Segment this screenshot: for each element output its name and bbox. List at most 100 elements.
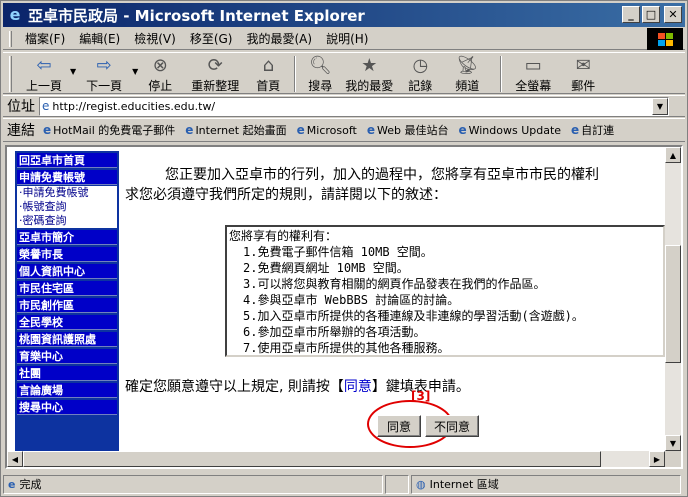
browser-window: e 亞卓市民政局 - Microsoft Internet Explorer _… xyxy=(0,0,688,497)
address-url: http://regist.educities.edu.tw/ xyxy=(52,99,216,113)
scroll-right-icon[interactable]: ▶ xyxy=(649,451,665,467)
forward-button[interactable]: ⇨ 下一頁 xyxy=(76,53,132,93)
vertical-scrollbar[interactable]: ▲ ▼ xyxy=(665,147,681,451)
refresh-button[interactable]: ⟳ 重新整理 xyxy=(182,53,248,93)
link-best-of-web[interactable]: e Web 最佳站台 xyxy=(367,122,449,138)
link-customize[interactable]: e 自訂連 xyxy=(571,122,614,138)
menu-grip xyxy=(9,30,12,47)
scroll-up-icon[interactable]: ▲ xyxy=(665,147,681,163)
ie-link-icon: e xyxy=(571,123,580,137)
nav-mayor[interactable]: 榮譽市長 xyxy=(17,247,117,262)
horizontal-scroll-thumb[interactable] xyxy=(23,451,601,467)
nav-sub-password[interactable]: ‧密碼查詢 xyxy=(17,214,117,228)
history-button[interactable]: ◷ 記錄 xyxy=(400,53,440,93)
menu-favorites[interactable]: 我的最愛(A) xyxy=(239,30,319,47)
mail-button[interactable]: ✉ 郵件 xyxy=(558,53,608,93)
stop-button[interactable]: ⊗ 停止 xyxy=(138,53,182,93)
links-bar: 連結 e HotMail 的免費電子郵件 e Internet 起始畫面 e Micr… xyxy=(3,118,685,142)
status-panel-empty xyxy=(385,474,409,494)
horizontal-scrollbar[interactable]: ◀ ▶ xyxy=(7,451,665,467)
link-microsoft[interactable]: e Microsoft xyxy=(297,123,357,137)
ie-link-icon: e xyxy=(458,123,467,137)
home-icon: ⌂ xyxy=(262,55,275,76)
address-input[interactable]: e http://regist.educities.edu.tw/ ▼ xyxy=(39,96,669,116)
nav-creation[interactable]: 市民創作區 xyxy=(17,298,117,313)
rights-title: 您將享有的權利有： xyxy=(229,229,338,243)
toolbar-separator xyxy=(500,56,503,92)
scroll-down-icon[interactable]: ▼ xyxy=(665,435,681,451)
nav-info[interactable]: 個人資訊中心 xyxy=(17,264,117,279)
nav-intro[interactable]: 亞卓市簡介 xyxy=(17,230,117,245)
history-icon: ◷ xyxy=(412,55,429,76)
disagree-button[interactable]: 不同意 xyxy=(425,415,479,437)
windows-logo-icon xyxy=(647,28,683,50)
nav-fun[interactable]: 育樂中心 xyxy=(17,349,117,364)
nav-school[interactable]: 全民學校 xyxy=(17,315,117,330)
ie-link-icon: e xyxy=(185,123,194,137)
link-internet-start[interactable]: e Internet 起始畫面 xyxy=(185,122,286,138)
links-label: 連結 xyxy=(7,123,35,139)
link-hotmail[interactable]: e HotMail 的免費電子郵件 xyxy=(43,122,175,138)
intro-text: 您正要加入亞卓市的行列，加入的過程中，您將享有亞卓市市民的權利 求您必須遵守我們… xyxy=(125,165,665,205)
main-content: 您正要加入亞卓市的行列，加入的過程中，您將享有亞卓市市民的權利 求您必須遵守我們… xyxy=(123,147,665,467)
globe-icon: ◍ xyxy=(416,477,426,491)
ie-link-icon: e xyxy=(296,123,305,137)
search-icon: 🔍︎ xyxy=(308,55,332,76)
scroll-left-icon[interactable]: ◀ xyxy=(7,451,23,467)
rights-textarea[interactable]: 您將享有的權利有： 1.免費電子郵件信箱 10MB 空間。 2.免費網頁網址 1… xyxy=(225,225,665,357)
search-button[interactable]: 🔍︎ 搜尋 xyxy=(302,53,338,93)
title-bar: e 亞卓市民政局 - Microsoft Internet Explorer _… xyxy=(3,3,685,27)
channels-button[interactable]: 📡︎ 頻道 xyxy=(440,53,494,93)
vertical-scroll-thumb[interactable] xyxy=(665,245,681,363)
zone-text: Internet 區域 xyxy=(429,478,499,491)
status-text: 完成 xyxy=(19,478,42,491)
minimize-button[interactable]: _ xyxy=(622,6,640,23)
toolbar-separator xyxy=(294,56,297,92)
ie-icon: e xyxy=(9,5,21,24)
nav-community[interactable]: 社團 xyxy=(17,366,117,381)
home-button[interactable]: ⌂ 首頁 xyxy=(248,53,288,93)
menu-help[interactable]: 說明(H) xyxy=(319,30,375,47)
status-panel: e 完成 xyxy=(3,474,383,494)
sidebar-nav: 回亞卓市首頁 申請免費帳號 ‧申請免費帳號 ‧帳號查詢 ‧密碼查詢 亞卓市簡介 … xyxy=(15,151,119,461)
link-windows-update[interactable]: e Windows Update xyxy=(458,123,561,137)
menu-edit[interactable]: 編輯(E) xyxy=(72,30,127,47)
channels-icon: 📡︎ xyxy=(455,55,479,76)
toolbar-grip xyxy=(9,56,12,92)
nav-housing[interactable]: 市民住宅區 xyxy=(17,281,117,296)
fullscreen-button[interactable]: ▭ 全螢幕 xyxy=(508,53,558,93)
maximize-button[interactable]: □ xyxy=(642,6,660,23)
address-dropdown-icon[interactable]: ▼ xyxy=(652,97,668,115)
back-arrow-icon: ⇦ xyxy=(36,55,52,76)
page-icon: e xyxy=(42,99,50,113)
agree-button[interactable]: 同意 xyxy=(377,415,421,437)
page-viewport: 回亞卓市首頁 申請免費帳號 ‧申請免費帳號 ‧帳號查詢 ‧密碼查詢 亞卓市簡介 … xyxy=(5,145,683,469)
rights-item: 3.可以將您與教育相關的網頁作品發表在我們的作品區。 xyxy=(243,277,546,291)
scroll-corner xyxy=(665,451,681,467)
address-bar: 位址 e http://regist.educities.edu.tw/ ▼ xyxy=(3,95,685,117)
intro-line-2: 求您必須遵守我們所定的規則，請詳閱以下的敘述： xyxy=(125,187,447,203)
window-title: 亞卓市民政局 - Microsoft Internet Explorer xyxy=(28,6,365,25)
address-label: 位址 xyxy=(7,99,35,115)
nav-forum[interactable]: 言論廣場 xyxy=(17,383,117,398)
zone-panel: ◍ Internet 區域 xyxy=(411,474,681,494)
nav-taoyuan[interactable]: 桃園資訊護照處 xyxy=(17,332,117,347)
menu-view[interactable]: 檢視(V) xyxy=(127,30,183,47)
nav-home[interactable]: 回亞卓市首頁 xyxy=(17,153,117,168)
menu-go[interactable]: 移至(G) xyxy=(183,30,240,47)
ie-link-icon: e xyxy=(43,123,52,137)
menu-file[interactable]: 檔案(F) xyxy=(18,30,72,47)
nav-search[interactable]: 搜尋中心 xyxy=(17,400,117,415)
back-button[interactable]: ⇦ 上一頁 xyxy=(18,53,70,93)
agree-link[interactable]: 同意 xyxy=(344,379,372,395)
close-button[interactable]: ✕ xyxy=(664,6,682,23)
favorites-button[interactable]: ★ 我的最愛 xyxy=(338,53,400,93)
nav-apply[interactable]: 申請免費帳號 xyxy=(17,170,117,185)
nav-sub-query[interactable]: ‧帳號查詢 xyxy=(17,200,117,214)
nav-sub-apply[interactable]: ‧申請免費帳號 xyxy=(17,186,117,200)
favorites-icon: ★ xyxy=(361,55,378,76)
rights-item: 6.參加亞卓市所舉辦的各項活動。 xyxy=(243,325,426,339)
rights-item: 7.使用亞卓市所提供的其他各種服務。 xyxy=(243,341,450,355)
rights-item: 4.參與亞卓市 WebBBS 討論區的討論。 xyxy=(243,293,460,307)
forward-arrow-icon: ⇨ xyxy=(96,55,112,76)
